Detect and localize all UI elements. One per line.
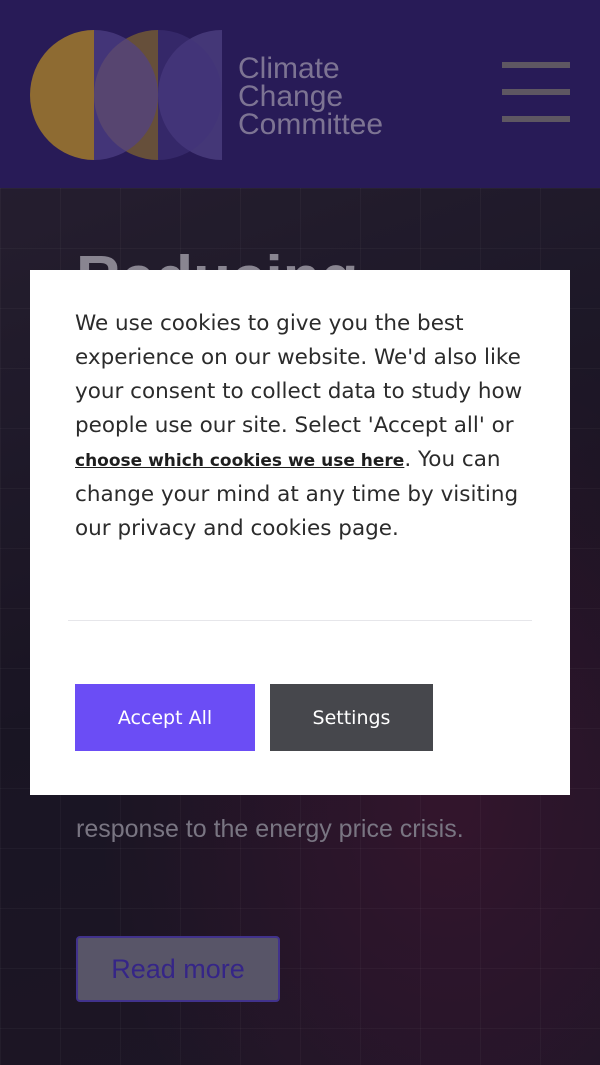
dialog-divider — [68, 620, 532, 621]
settings-button[interactable]: Settings — [270, 684, 433, 751]
cookie-consent-text: We use cookies to give you the best expe… — [75, 307, 540, 546]
choose-cookies-link[interactable]: choose which cookies we use here — [75, 451, 404, 471]
cookie-text-intro: We use cookies to give you the best expe… — [75, 311, 523, 438]
cookie-consent-dialog: We use cookies to give you the best expe… — [30, 270, 570, 795]
accept-all-button[interactable]: Accept All — [75, 684, 255, 751]
